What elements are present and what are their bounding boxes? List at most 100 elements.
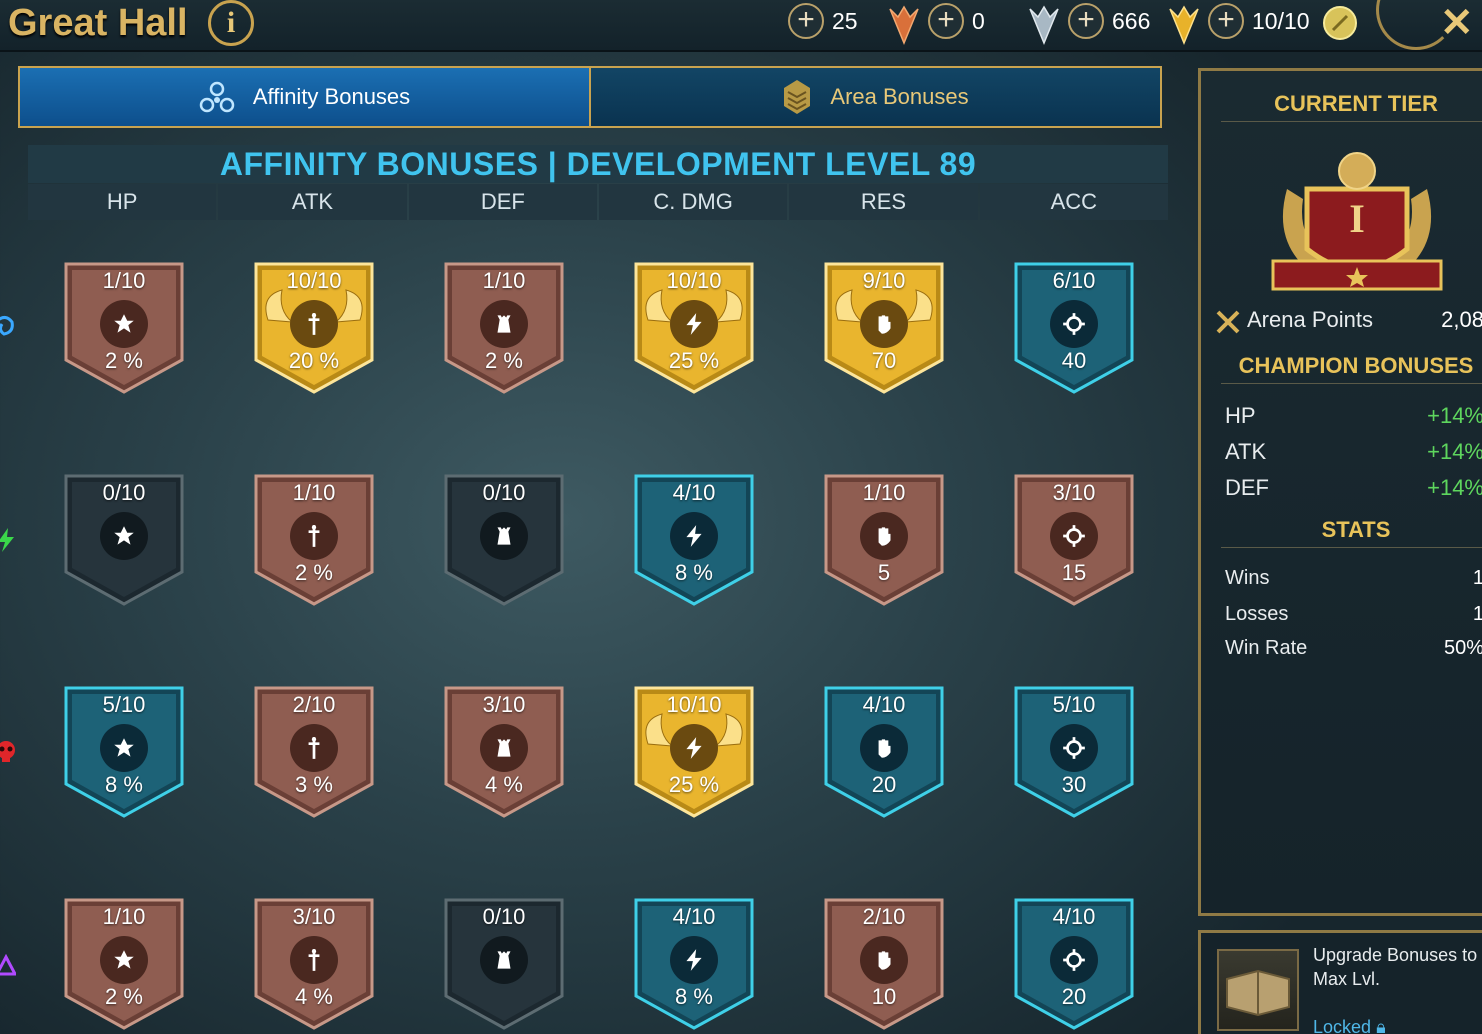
fist-icon: [860, 300, 908, 348]
bonus-badge-void-res[interactable]: 2/10 10: [822, 896, 946, 1032]
badge-level: 1/10: [862, 480, 906, 505]
sword-icon: [290, 936, 338, 984]
bonus-badge-void-hp[interactable]: 1/10 2 %: [62, 896, 186, 1032]
bonus-badge-spirit-def[interactable]: 0/10: [442, 472, 566, 608]
arena-token-icon: [1323, 6, 1357, 40]
bonus-badge-magic-acc[interactable]: 6/10 40: [1012, 260, 1136, 396]
bonus-badge-void-acc[interactable]: 4/10 20: [1012, 896, 1136, 1032]
badge-level: 10/10: [666, 268, 722, 293]
badge-value: 8 %: [105, 772, 143, 797]
add-bronze-button[interactable]: +: [788, 3, 824, 39]
stat-winrate-label: Win Rate: [1225, 637, 1308, 659]
bonus-badge-spirit-res[interactable]: 1/10 5: [822, 472, 946, 608]
add-silver-button[interactable]: +: [928, 3, 964, 39]
badge-value: 20 %: [288, 348, 340, 373]
fist-icon: [860, 936, 908, 984]
tab-affinity-bonuses[interactable]: Affinity Bonuses: [20, 68, 591, 126]
divider: [1221, 547, 1482, 548]
bonus-atk-label: ATK: [1225, 439, 1267, 464]
bonus-badge-force-def[interactable]: 3/10 4 %: [442, 684, 566, 820]
upgrade-panel[interactable]: Upgrade Bonuses to Max Lvl. Locked 🔒︎: [1198, 930, 1482, 1034]
gold-count: 666: [1112, 8, 1151, 34]
stat-wins-label: Wins: [1225, 567, 1270, 589]
badge-value: 15: [1061, 560, 1087, 585]
badge-level: 4/10: [1052, 904, 1096, 929]
badge-value: 8 %: [675, 560, 713, 585]
lightning-icon: [670, 936, 718, 984]
bonus-badge-magic-hp[interactable]: 1/10 2 %: [62, 260, 186, 396]
add-gold-button[interactable]: +: [1068, 3, 1104, 39]
badge-value: 20: [871, 772, 897, 797]
crossed-swords-icon: [1216, 310, 1240, 334]
bonus-badge-spirit-atk[interactable]: 1/10 2 %: [252, 472, 376, 608]
badge-value: 2 %: [485, 348, 523, 373]
bonus-badge-force-atk[interactable]: 2/10 3 %: [252, 684, 376, 820]
info-button[interactable]: i: [208, 0, 254, 46]
sword-icon: [290, 300, 338, 348]
spirit-affinity-icon: [0, 528, 14, 552]
bonus-badge-force-res[interactable]: 4/10 20: [822, 684, 946, 820]
tab-area-bonuses[interactable]: Area Bonuses: [591, 68, 1160, 126]
crosshair-icon: [1050, 512, 1098, 560]
lightning-icon: [670, 724, 718, 772]
bonus-badge-magic-def[interactable]: 1/10 2 %: [442, 260, 566, 396]
development-banner: AFFINITY BONUSES | DEVELOPMENT LEVEL 89: [28, 145, 1168, 183]
badge-value: 4 %: [485, 772, 523, 797]
badge-level: 1/10: [102, 904, 146, 929]
fist-icon: [860, 724, 908, 772]
badge-level: 6/10: [1052, 268, 1096, 293]
bonus-badge-void-atk[interactable]: 3/10 4 %: [252, 896, 376, 1032]
close-button[interactable]: ✕: [1440, 0, 1474, 46]
bonus-badge-magic-cdmg[interactable]: 10/10 25 %: [632, 260, 756, 396]
badge-level: 0/10: [482, 904, 526, 929]
badge-level: 1/10: [292, 480, 336, 505]
badge-level: 10/10: [286, 268, 342, 293]
token-count: 10/10: [1252, 8, 1310, 34]
column-header-atk: ATK: [218, 184, 407, 220]
add-token-button[interactable]: +: [1208, 3, 1244, 39]
upgrade-text: Upgrade Bonuses to Max Lvl.: [1313, 945, 1478, 989]
divider: [1221, 383, 1482, 384]
champion-bonuses-title: CHAMPION BONUSES: [1238, 353, 1474, 378]
bronze-medal-icon: [889, 5, 919, 45]
bonus-badge-force-acc[interactable]: 5/10 30: [1012, 684, 1136, 820]
fist-icon: [860, 512, 908, 560]
badge-level: 4/10: [672, 904, 716, 929]
bonus-badge-magic-atk[interactable]: 10/10 20 %: [252, 260, 376, 396]
bonus-hp-label: HP: [1225, 403, 1256, 428]
void-affinity-icon: [0, 954, 16, 976]
hp-icon: [100, 724, 148, 772]
locked-label: Locked: [1313, 1017, 1372, 1034]
badge-value: 5: [877, 560, 891, 585]
badge-value: 2 %: [105, 348, 143, 373]
bonus-badge-force-cdmg[interactable]: 10/10 25 %: [632, 684, 756, 820]
page-title: Great Hall: [8, 2, 188, 44]
bonus-badge-force-hp[interactable]: 5/10 8 %: [62, 684, 186, 820]
bonus-badge-spirit-acc[interactable]: 3/10 15: [1012, 472, 1136, 608]
badge-level: 4/10: [862, 692, 906, 717]
badge-value: 20: [1061, 984, 1087, 1009]
arena-points-label: Arena Points: [1247, 307, 1373, 332]
crosshair-icon: [1050, 724, 1098, 772]
lock-icon: 🔒︎: [1376, 1017, 1386, 1034]
stat-losses-value: 1: [1472, 603, 1482, 625]
bonus-badge-void-cdmg[interactable]: 4/10 8 %: [632, 896, 756, 1032]
crosshair-icon: [1050, 300, 1098, 348]
badge-level: 0/10: [102, 480, 146, 505]
bonus-badge-spirit-hp[interactable]: 0/10: [62, 472, 186, 608]
column-header-res: RES: [789, 184, 978, 220]
top-bar: Great Hall i + 25 + 0 + 666 + 10/10 ✕: [0, 0, 1482, 52]
tab-affinity-label: Affinity Bonuses: [252, 84, 411, 109]
bonus-badge-magic-res[interactable]: 9/10 70: [822, 260, 946, 396]
badge-level: 4/10: [672, 480, 716, 505]
badge-level: 5/10: [102, 692, 146, 717]
area-icon: [784, 80, 811, 114]
lightning-icon: [670, 300, 718, 348]
badge-level: 3/10: [1052, 480, 1096, 505]
bonus-badge-spirit-cdmg[interactable]: 4/10 8 %: [632, 472, 756, 608]
lightning-icon: [670, 512, 718, 560]
badge-value: 8 %: [675, 984, 713, 1009]
bonus-badge-void-def[interactable]: 0/10: [442, 896, 566, 1032]
badge-value: 25 %: [668, 348, 720, 373]
badge-value: 2 %: [105, 984, 143, 1009]
